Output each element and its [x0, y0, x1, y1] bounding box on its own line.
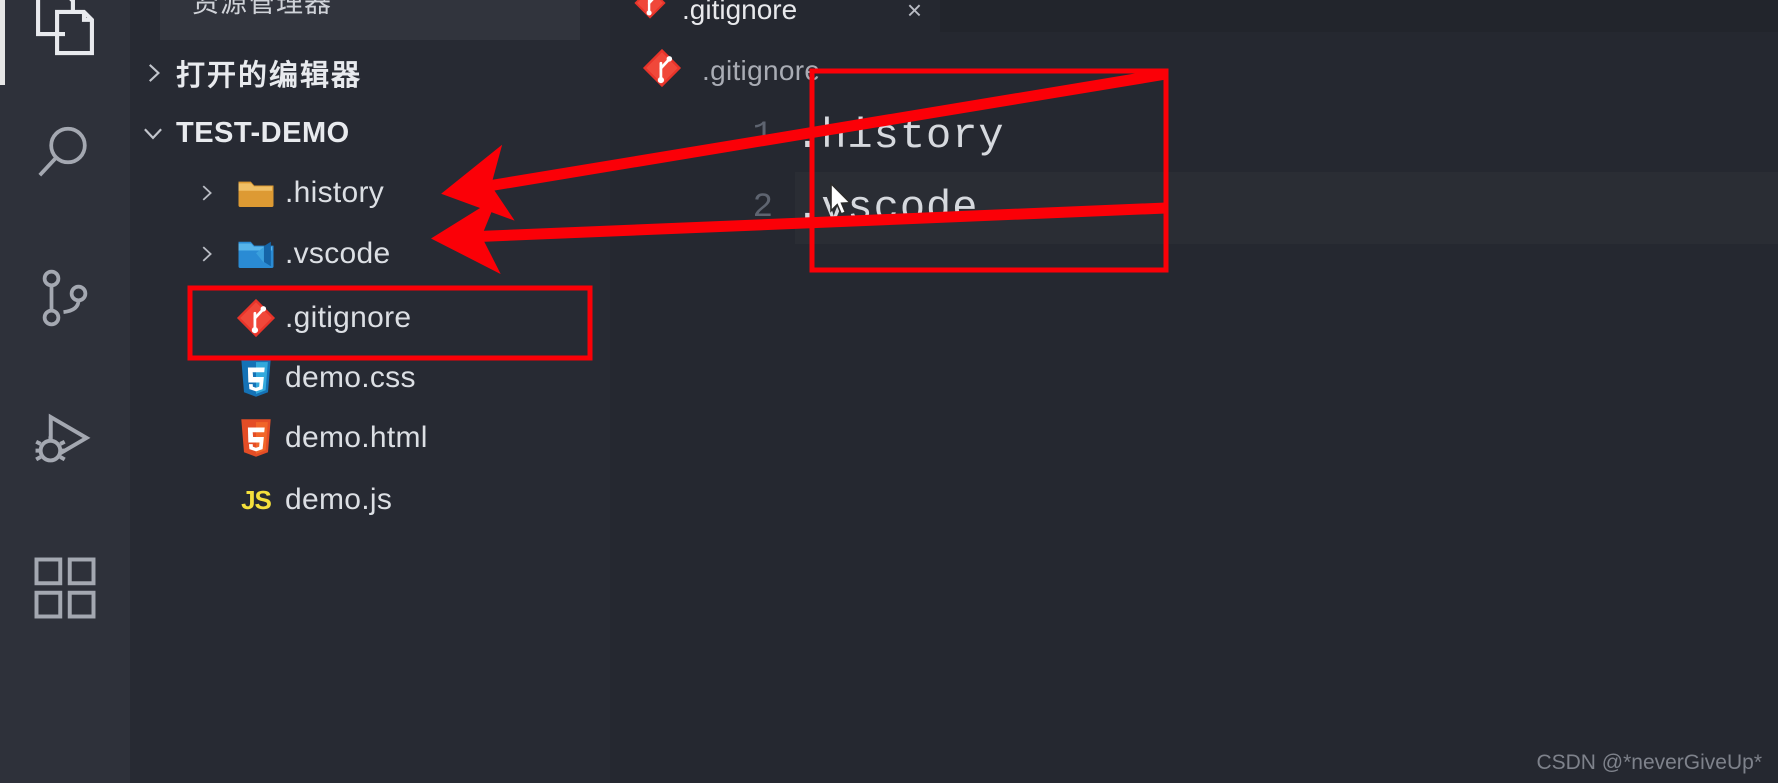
annotation-box-gitignore-tree — [187, 285, 593, 361]
watermark: CSDN @*neverGiveUp* — [1536, 751, 1762, 774]
vscode-window: 资源管理器 打开的编辑器 TEST-DEMO .history .vscode … — [0, 0, 1778, 783]
annotation-layer — [187, 68, 1169, 361]
annotation-arrow-history — [441, 68, 1167, 221]
mouse-pointer — [828, 181, 854, 221]
annotation-arrow-vscode — [431, 197, 1167, 275]
